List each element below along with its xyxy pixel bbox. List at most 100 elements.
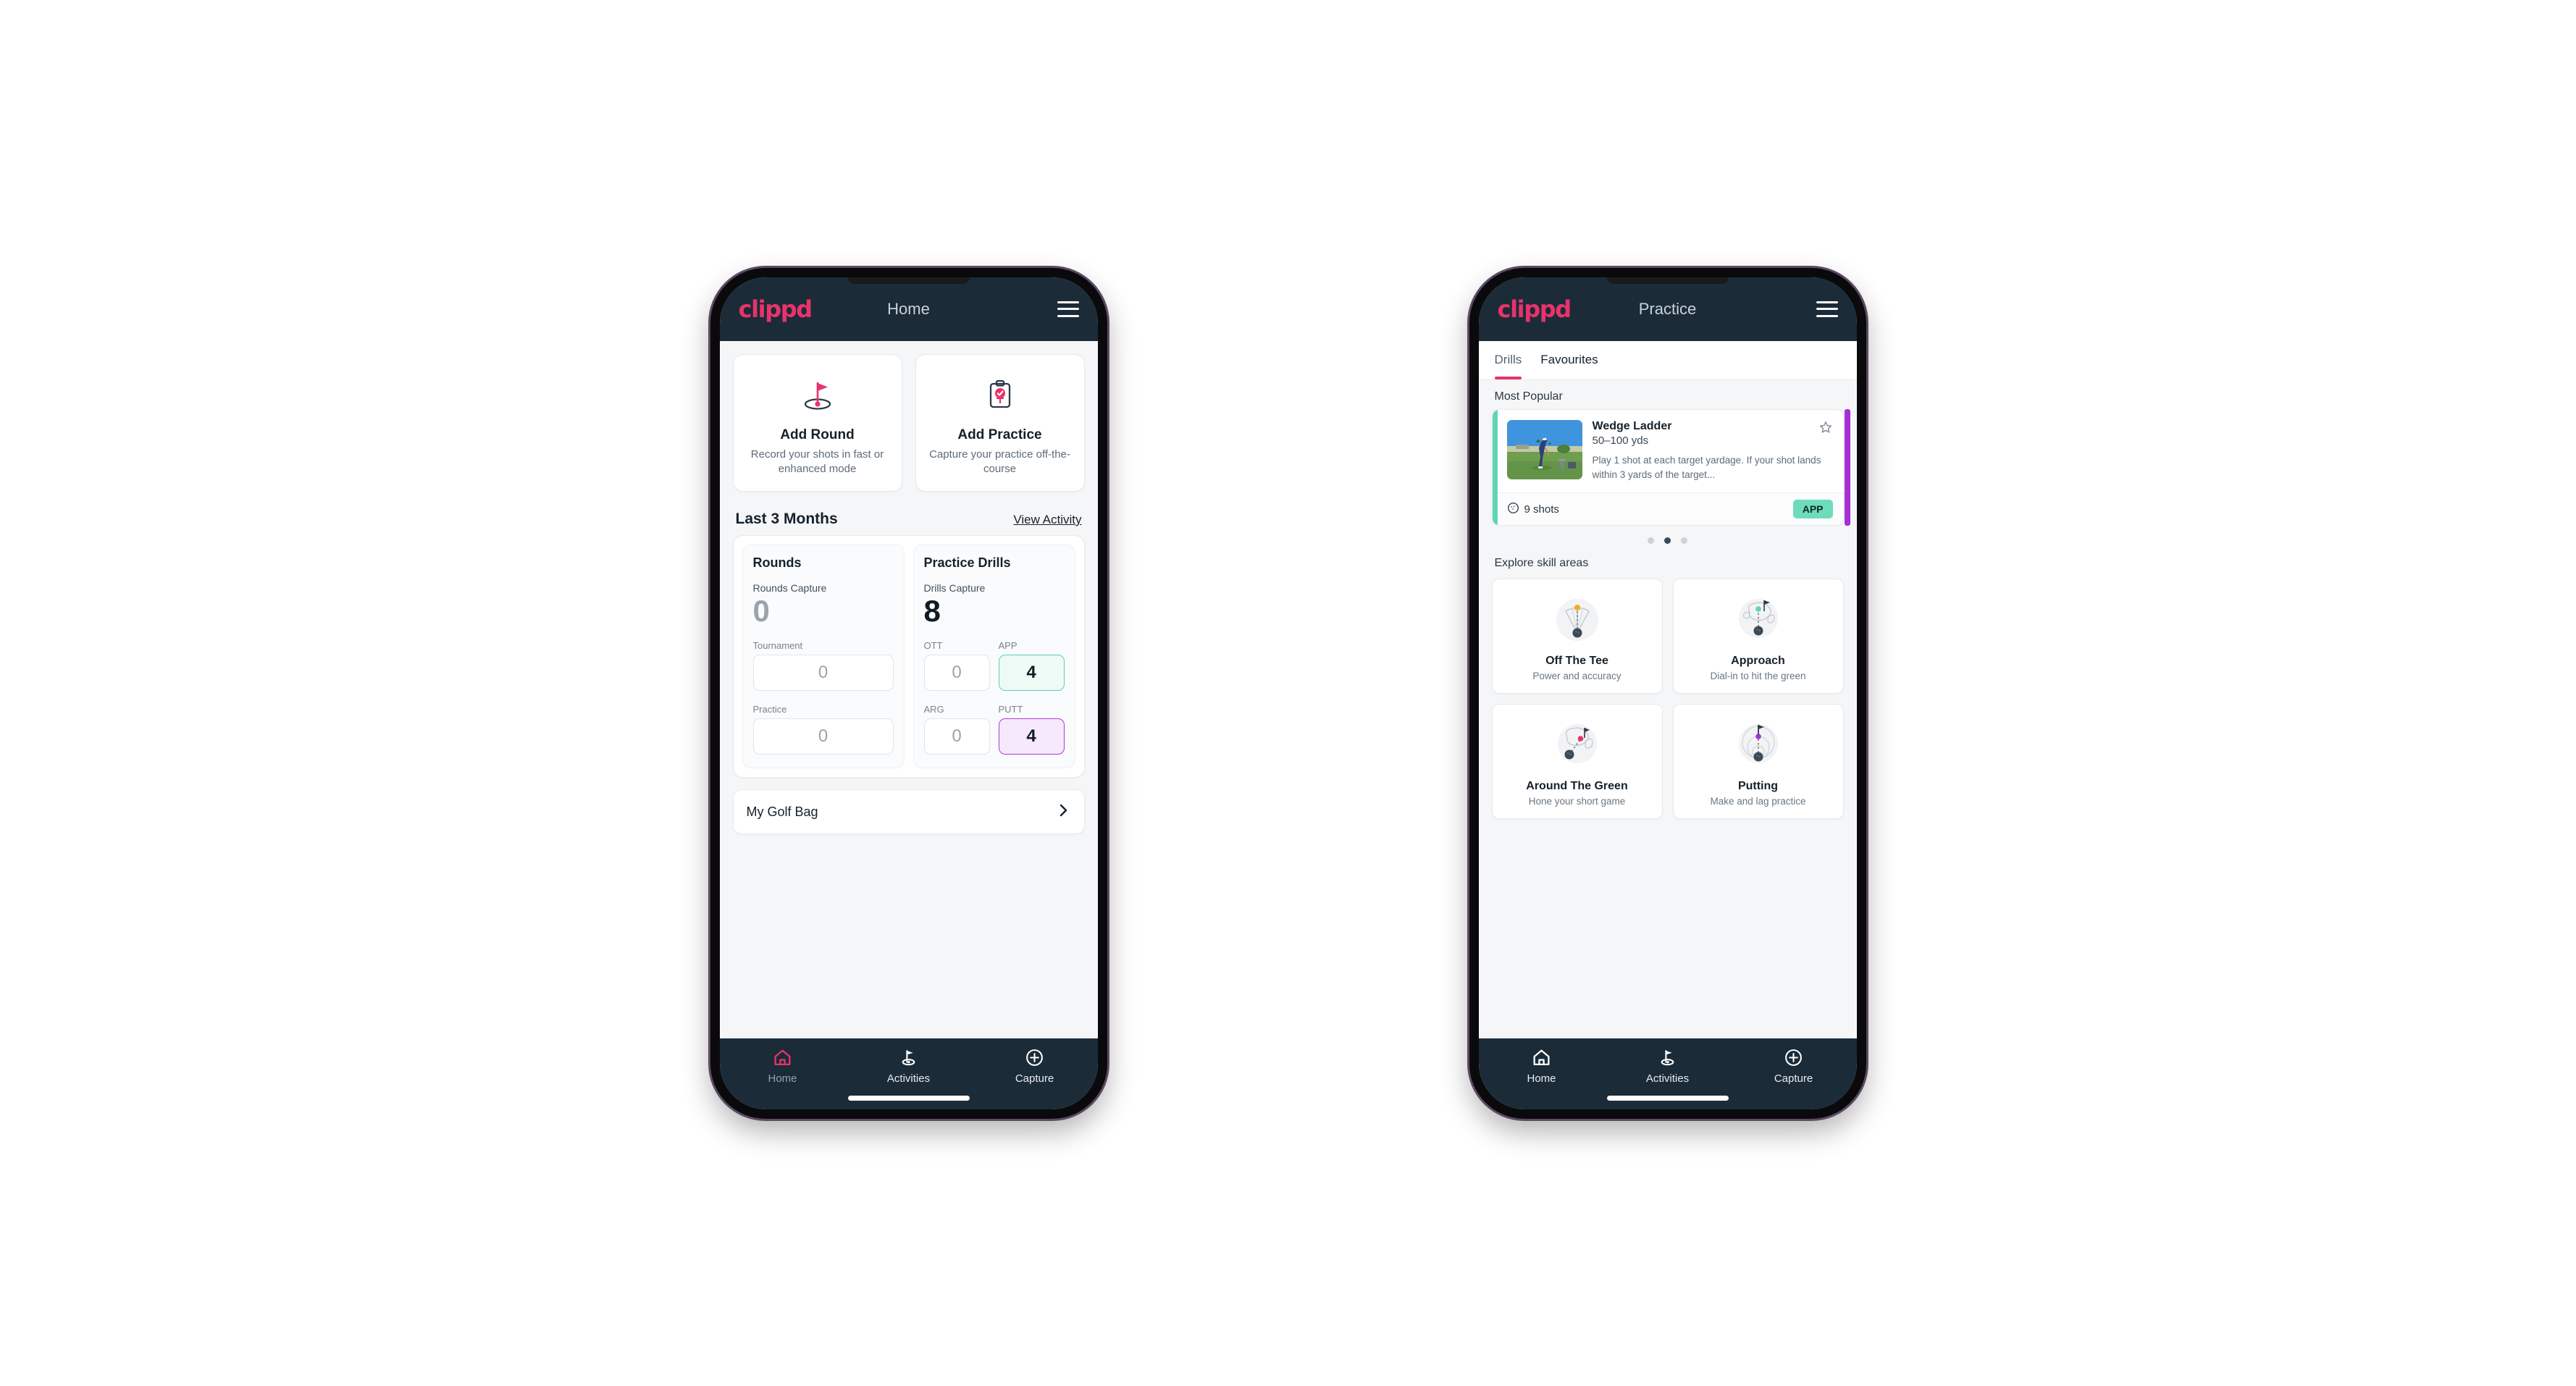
ott-value[interactable]: 0 (923, 655, 990, 692)
plus-circle-icon (1784, 1047, 1803, 1069)
skill-title-approach: Approach (1731, 655, 1785, 667)
phone-home: clippd Home Add Round Record your shots … (710, 267, 1107, 1119)
nav-item-activities[interactable]: Activities (846, 1047, 972, 1085)
drill-fields-row-2: ARG 0 PUTT 4 (923, 691, 1065, 755)
clipboard-check-icon (925, 371, 1075, 419)
skill-areas-grid: Off The Tee Power and accuracy Approach … (1479, 576, 1857, 831)
view-activity-link[interactable]: View Activity (1013, 513, 1081, 527)
nav-label-activities: Activities (1645, 1072, 1690, 1085)
screenshot-stage: clippd Home Add Round Record your shots … (0, 0, 2576, 1386)
drill-card-wedge-ladder[interactable]: Wedge Ladder 50–100 yds Play 1 shot at e… (1491, 408, 1844, 526)
rounds-capture-value: 0 (752, 594, 770, 628)
approach-icon (1681, 589, 1836, 650)
nav-item-activities[interactable]: Activities (1605, 1047, 1731, 1085)
carousel-dot-3[interactable] (1681, 537, 1687, 544)
golf-ball-icon (1507, 502, 1519, 517)
practice-label: Practice (752, 704, 787, 715)
drill-yardage: 50–100 yds (1592, 434, 1649, 447)
putt-label: PUTT (998, 704, 1023, 715)
nav-label-capture: Capture (1015, 1072, 1054, 1085)
tab-drills[interactable]: Drills (1494, 341, 1522, 379)
plus-circle-icon (1025, 1047, 1044, 1069)
hamburger-icon[interactable] (1057, 301, 1079, 317)
carousel-dot-1[interactable] (1648, 537, 1654, 544)
drill-category-badge: APP (1792, 500, 1833, 518)
practice-value[interactable]: 0 (752, 718, 894, 755)
practice-tabs: Drills Favourites (1478, 340, 1857, 380)
nav-label-capture: Capture (1774, 1072, 1813, 1085)
home-indicator (1606, 1095, 1729, 1101)
drill-fields-row-1: OTT 0 APP 4 (923, 627, 1065, 692)
drill-description: Play 1 shot at each target yardage. If y… (1592, 454, 1821, 480)
arg-label: ARG (923, 704, 944, 715)
next-card-peek-accent[interactable] (1844, 408, 1850, 526)
carousel-dot-2[interactable] (1664, 537, 1671, 544)
drill-title-row: Wedge Ladder 50–100 yds (1593, 420, 1833, 447)
practice-drills-title: Practice Drills (923, 555, 1011, 570)
my-golf-bag-row[interactable]: My Golf Bag (732, 789, 1085, 835)
tab-favourites-label: Favourites (1540, 353, 1598, 366)
tab-drills-label: Drills (1494, 353, 1522, 366)
practice-screen: clippd Practice Drills Favourites Most P… (1478, 277, 1857, 1109)
star-outline-icon[interactable] (1818, 420, 1833, 438)
clippd-logo[interactable]: clippd (1498, 298, 1572, 321)
drills-capture-label: Drills Capture (923, 582, 986, 594)
drill-shots-label: 9 shots (1524, 503, 1559, 516)
nav-item-capture[interactable]: Capture (1731, 1047, 1857, 1085)
around-the-green-icon (1500, 715, 1655, 776)
rounds-column: Rounds Rounds Capture 0 Tournament 0 Pra… (742, 545, 905, 769)
putting-icon (1681, 715, 1836, 776)
home-icon (773, 1047, 792, 1069)
skill-title-putting: Putting (1737, 780, 1779, 792)
skill-sub-putting: Make and lag practice (1710, 796, 1806, 807)
app-value[interactable]: 4 (998, 655, 1065, 692)
golf-flag-icon (1658, 1047, 1677, 1069)
practice-body: Most Popular Wedge Ladder 50–100 yds Pla… (1478, 379, 1857, 1038)
skill-title-off-the-tee: Off The Tee (1545, 655, 1608, 667)
practice-drills-column: Practice Drills Drills Capture 8 OTT 0 A… (912, 545, 1075, 769)
add-round-subtitle: Record your shots in fast or enhanced mo… (750, 448, 884, 475)
add-practice-tile[interactable]: Add Practice Capture your practice off-t… (915, 353, 1085, 492)
drill-shots: 9 shots (1507, 502, 1559, 517)
my-golf-bag-label: My Golf Bag (746, 804, 818, 819)
drill-carousel[interactable]: Wedge Ladder 50–100 yds Play 1 shot at e… (1479, 408, 1857, 526)
tournament-value[interactable]: 0 (752, 655, 894, 692)
most-popular-label: Most Popular (1494, 390, 1563, 403)
drill-card-top: Wedge Ladder 50–100 yds Play 1 shot at e… (1493, 410, 1843, 493)
add-practice-subtitle: Capture your practice off-the-course (929, 448, 1070, 475)
golf-flag-hole-icon (742, 371, 893, 419)
device-notch (1606, 277, 1729, 284)
ott-label: OTT (923, 640, 943, 652)
home-screen: clippd Home Add Round Record your shots … (719, 277, 1098, 1109)
section-title: Last 3 Months (735, 511, 838, 527)
nav-item-capture[interactable]: Capture (972, 1047, 1098, 1085)
drill-accent-bar (1492, 409, 1498, 525)
arg-value[interactable]: 0 (923, 718, 990, 755)
practice-bottom-nav: Home Activities Capture (1478, 1038, 1857, 1109)
skill-sub-off-the-tee: Power and accuracy (1532, 671, 1621, 681)
drill-title: Wedge Ladder (1592, 419, 1672, 432)
rounds-title: Rounds (752, 555, 802, 570)
off-the-tee-icon (1500, 589, 1655, 650)
tab-favourites[interactable]: Favourites (1540, 341, 1598, 379)
skill-card-off-the-tee[interactable]: Off The Tee Power and accuracy (1491, 579, 1663, 694)
add-round-tile[interactable]: Add Round Record your shots in fast or e… (732, 353, 902, 492)
chevron-right-icon (1055, 802, 1071, 822)
nav-label-activities: Activities (886, 1072, 931, 1085)
putt-value[interactable]: 4 (998, 718, 1065, 755)
skill-card-around-the-green[interactable]: Around The Green Hone your short game (1491, 704, 1663, 819)
drill-thumbnail (1506, 419, 1582, 479)
hamburger-icon[interactable] (1816, 301, 1838, 317)
rounds-capture-label: Rounds Capture (752, 582, 827, 594)
nav-item-home[interactable]: Home (720, 1047, 846, 1085)
skill-card-putting[interactable]: Putting Make and lag practice (1672, 704, 1844, 819)
clippd-logo[interactable]: clippd (739, 298, 813, 321)
last-3-months-header: Last 3 Months View Activity (720, 500, 1098, 535)
drill-info: Wedge Ladder 50–100 yds Play 1 shot at e… (1593, 420, 1833, 483)
skill-sub-approach: Dial-in to hit the green (1710, 671, 1806, 681)
add-practice-title: Add Practice (957, 427, 1042, 442)
carousel-dots (1479, 526, 1857, 547)
quick-action-tiles: Add Round Record your shots in fast or e… (719, 340, 1098, 500)
nav-item-home[interactable]: Home (1479, 1047, 1605, 1085)
skill-card-approach[interactable]: Approach Dial-in to hit the green (1672, 579, 1844, 694)
